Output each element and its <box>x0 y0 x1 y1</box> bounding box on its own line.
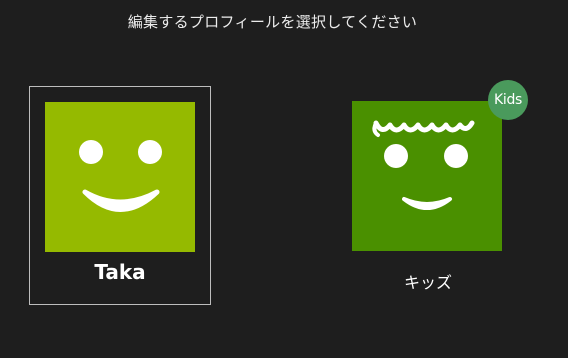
smiley-face-icon <box>45 102 195 252</box>
kids-badge: Kids <box>488 80 528 120</box>
profile-list: Taka Kids キッズ <box>0 0 568 358</box>
profile-name: Taka <box>94 260 146 284</box>
profile-name: キッズ <box>403 273 452 292</box>
profile-taka[interactable]: Taka <box>29 86 211 305</box>
avatar <box>352 101 502 251</box>
kids-face-icon <box>352 101 502 251</box>
avatar <box>45 102 195 252</box>
profile-kids[interactable]: Kids キッズ <box>337 80 528 305</box>
